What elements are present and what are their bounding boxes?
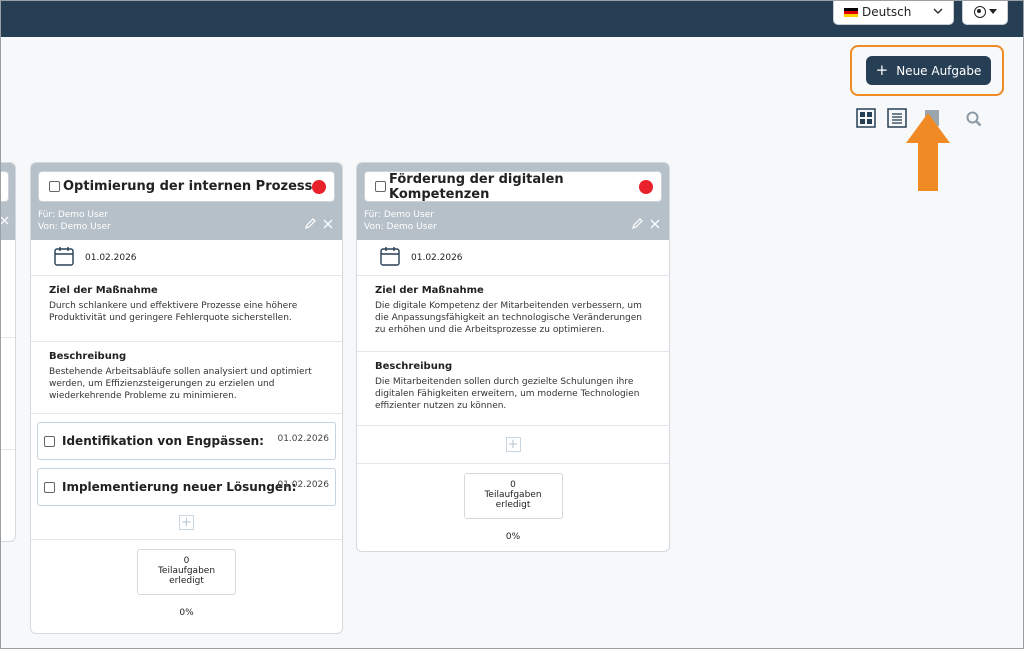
user-icon	[973, 6, 986, 18]
due-date-row: 01.02.2026	[357, 240, 669, 276]
subtask-progress: 0 Teilaufgaben erledigt	[463, 473, 563, 519]
card-header: Optimierung der internen Prozesse Für: D…	[31, 163, 342, 240]
assigned-to: Für: Demo User	[364, 210, 434, 220]
due-date-row: 01.02.2026	[31, 240, 342, 276]
assigned-from: Von: Demo User	[364, 222, 437, 232]
grid-view-icon[interactable]	[856, 108, 876, 128]
calendar-icon	[379, 245, 401, 270]
card-title: Förderung der digitalen Kompetenzen	[389, 171, 564, 202]
subtask-progress: 0 Teilaufgaben erledigt	[137, 549, 236, 595]
pencil-icon[interactable]	[632, 214, 643, 233]
subtask-item[interactable]: Implementierung neuer Lösungen: 01.02.20…	[37, 468, 336, 506]
done-count: 0	[183, 556, 190, 566]
priority-indicator	[312, 180, 326, 194]
task-checkbox[interactable]	[49, 181, 60, 192]
subtask-checkbox[interactable]	[44, 435, 55, 447]
pencil-icon[interactable]	[305, 214, 316, 233]
search-icon[interactable]	[965, 110, 985, 130]
calendar-icon	[53, 245, 75, 270]
goal-section: Ziel der Maßnahme Die digitale Kompetenz…	[357, 276, 669, 352]
description-heading: Beschreibung	[375, 361, 453, 372]
add-subtask-icon[interactable]: +	[505, 437, 521, 452]
language-label: Deutsch	[862, 5, 912, 19]
description-heading: Beschreibung	[49, 351, 127, 362]
due-date: 01.02.2026	[411, 252, 463, 263]
add-subtask-row: +	[31, 506, 342, 540]
plus-icon: +	[875, 61, 889, 79]
assigned-from: Von: Demo User	[38, 222, 111, 232]
description-text: Bestehende Arbeitsabläufe sollen analysi…	[49, 367, 312, 401]
due-date: 01.02.2026	[85, 252, 137, 263]
caret-down-icon	[988, 9, 997, 14]
top-navbar: Deutsch	[0, 0, 1024, 37]
close-icon[interactable]	[323, 214, 333, 233]
new-task-label: Neue Aufgabe	[896, 63, 982, 78]
list-view-icon[interactable]	[887, 108, 907, 128]
goal-section: Ziel der Maßnahme Durch schlankere und e…	[31, 276, 342, 342]
card-title: Optimierung der internen Prozesse	[63, 179, 322, 194]
new-task-button[interactable]: + Neue Aufgabe	[866, 56, 991, 85]
task-card[interactable]: Optimierung der internen Prozesse Für: D…	[30, 162, 343, 634]
done-label-line2: erledigt	[169, 576, 204, 586]
goal-text: Durch schlankere und effektivere Prozess…	[49, 301, 298, 323]
description-text: Die Mitarbeitenden sollen durch gezielte…	[375, 377, 640, 411]
subtask-checkbox[interactable]	[44, 481, 55, 493]
task-card-partial	[0, 162, 16, 542]
arrow-up-icon	[906, 113, 950, 197]
subtask-item[interactable]: Identifikation von Engpässen: 01.02.2026	[37, 422, 336, 460]
chevron-down-icon	[933, 6, 943, 19]
assignment-info: Für: Demo User Von: Demo User	[364, 209, 437, 233]
subtask-date: 01.02.2026	[277, 434, 329, 444]
task-checkbox[interactable]	[375, 181, 386, 192]
description-section: Beschreibung Die Mitarbeitenden sollen d…	[357, 352, 669, 426]
goal-heading: Ziel der Maßnahme	[375, 285, 484, 296]
close-icon[interactable]	[650, 214, 660, 233]
card-title-box: Förderung der digitalen Kompetenzen	[364, 171, 662, 202]
assignment-info: Für: Demo User Von: Demo User	[38, 209, 111, 233]
add-subtask-row: +	[357, 426, 669, 464]
language-select[interactable]: Deutsch	[833, 0, 954, 25]
subtask-label: Identifikation von Engpässen:	[62, 434, 264, 448]
german-flag-icon	[844, 7, 858, 17]
assigned-to: Für: Demo User	[38, 210, 108, 220]
subtask-date: 01.02.2026	[277, 480, 329, 490]
subtask-label: Implementierung neuer Lösungen:	[62, 480, 297, 494]
done-label-line2: erledigt	[495, 500, 531, 510]
task-card[interactable]: Förderung der digitalen Kompetenzen Für:…	[356, 162, 670, 552]
goal-text: Die digitale Kompetenz der Mitarbeitende…	[375, 301, 643, 335]
description-section: Beschreibung Bestehende Arbeitsabläufe s…	[31, 342, 342, 414]
completion-percent: 0%	[179, 608, 194, 618]
user-menu-button[interactable]	[962, 0, 1008, 25]
completion-percent: 0%	[505, 532, 521, 542]
done-label-line1: Teilaufgaben	[484, 490, 542, 500]
goal-heading: Ziel der Maßnahme	[49, 285, 158, 296]
card-header: Förderung der digitalen Kompetenzen Für:…	[357, 163, 669, 240]
done-label-line1: Teilaufgaben	[157, 566, 216, 576]
card-title-box: Optimierung der internen Prozesse	[38, 171, 335, 202]
done-count: 0	[510, 480, 516, 490]
priority-indicator	[639, 180, 653, 194]
add-subtask-icon[interactable]: +	[179, 515, 194, 530]
